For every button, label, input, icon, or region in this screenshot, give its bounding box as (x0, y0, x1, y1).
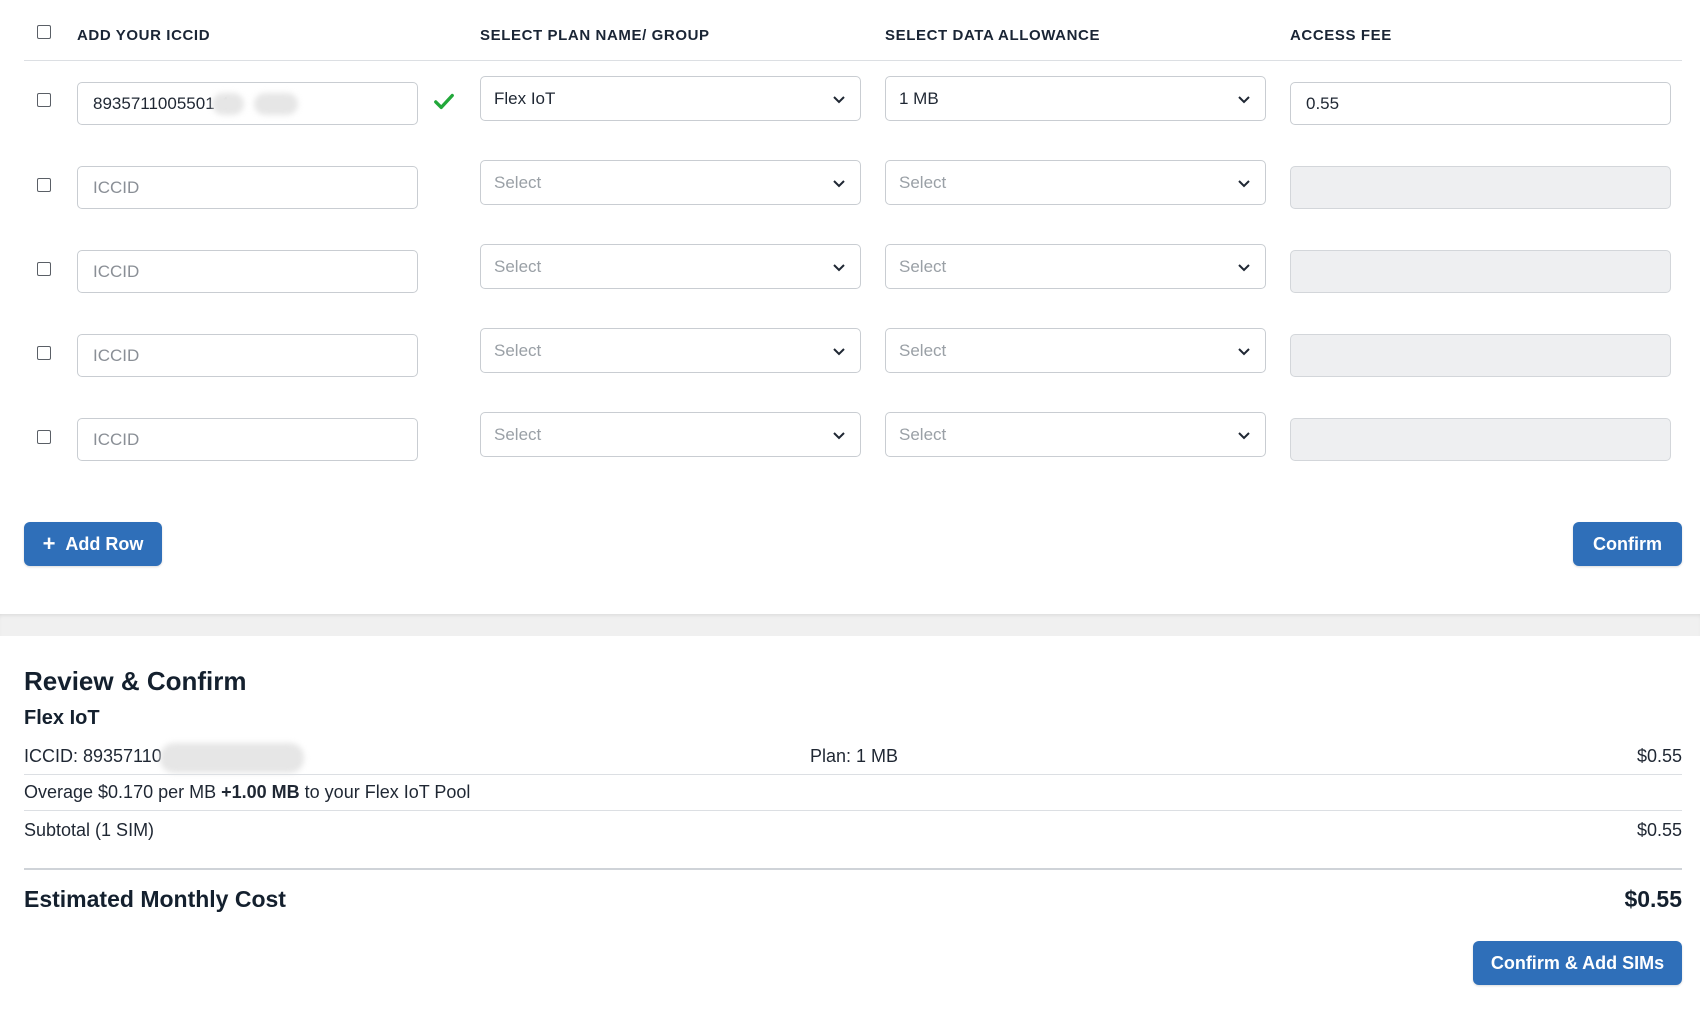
valid-check-icon (434, 93, 454, 110)
subtotal-value: $0.55 (1636, 820, 1682, 840)
allowance-select[interactable]: 1 MB (885, 76, 1266, 121)
row-checkbox[interactable] (37, 430, 51, 444)
plan-group-name: Flex IoT (24, 707, 100, 729)
chevron-down-icon (1238, 431, 1250, 439)
redaction-blur (160, 743, 304, 773)
access-fee-field (1290, 250, 1671, 293)
redaction-blur (254, 93, 298, 115)
review-iccid: ICCID: 89357110 (24, 746, 162, 766)
row-checkbox[interactable] (37, 346, 51, 360)
sim-entry-panel: ADD YOUR ICCID SELECT PLAN NAME/ GROUP S… (0, 0, 1700, 614)
access-fee-field (1290, 166, 1671, 209)
chevron-down-icon (833, 95, 845, 103)
plan-select[interactable]: Flex IoT (480, 76, 861, 121)
iccid-field[interactable]: 8935711005501 4 (77, 82, 418, 125)
subtotal-label: Subtotal (1 SIM) (24, 820, 155, 840)
iccid-field[interactable]: ICCID (77, 418, 418, 461)
overage-line: Overage $0.170 per MB +1.00 MB to your F… (24, 782, 471, 802)
chevron-down-icon (1238, 263, 1250, 271)
header-divider (24, 60, 1682, 61)
iccid-field[interactable]: ICCID (77, 166, 418, 209)
col-header-allowance: SELECT DATA ALLOWANCE (885, 27, 1101, 44)
subtotal-line: Subtotal (1 SIM) $0.55 (24, 820, 1682, 841)
chevron-down-icon (833, 431, 845, 439)
access-fee-field[interactable]: 0.55 (1290, 82, 1671, 125)
review-title: Review & Confirm (24, 666, 247, 696)
add-row-button[interactable]: + Add Row (24, 522, 162, 566)
confirm-button[interactable]: Confirm (1573, 522, 1682, 566)
access-fee-field (1290, 334, 1671, 377)
divider (24, 774, 1682, 775)
iccid-value: 8935711005501 4 (93, 93, 229, 113)
plus-icon: + (42, 531, 56, 556)
chevron-down-icon (1238, 179, 1250, 187)
allowance-select[interactable]: Select (885, 160, 1266, 205)
plan-select[interactable]: Select (480, 160, 861, 205)
divider (24, 810, 1682, 811)
plan-select[interactable]: Select (480, 328, 861, 373)
review-plan: Plan: 1 MB (810, 746, 899, 766)
review-line-price: $0.55 (1636, 746, 1682, 766)
row-checkbox[interactable] (37, 178, 51, 192)
plan-select[interactable]: Select (480, 412, 861, 457)
iccid-field[interactable]: ICCID (77, 250, 418, 293)
chevron-down-icon (1238, 95, 1250, 103)
row-checkbox[interactable] (37, 93, 51, 107)
col-header-iccid: ADD YOUR ICCID (77, 27, 211, 44)
estimated-cost-label: Estimated Monthly Cost (24, 886, 286, 912)
estimated-cost-value: $0.55 (1624, 886, 1682, 912)
allowance-select[interactable]: Select (885, 328, 1266, 373)
confirm-add-sims-button[interactable]: Confirm & Add SIMs (1473, 941, 1682, 985)
review-line-item: ICCID: 89357110 Plan: 1 MB $0.55 (24, 743, 1682, 773)
chevron-down-icon (833, 179, 845, 187)
chevron-down-icon (1238, 347, 1250, 355)
allowance-select[interactable]: Select (885, 412, 1266, 457)
col-header-plan: SELECT PLAN NAME/ GROUP (480, 27, 710, 44)
col-header-fee: ACCESS FEE (1290, 27, 1392, 44)
row-checkbox[interactable] (37, 262, 51, 276)
chevron-down-icon (833, 263, 845, 271)
chevron-down-icon (833, 347, 845, 355)
plan-select[interactable]: Select (480, 244, 861, 289)
section-divider (0, 614, 1700, 636)
iccid-field[interactable]: ICCID (77, 334, 418, 377)
total-divider (24, 868, 1682, 870)
access-fee-field (1290, 418, 1671, 461)
allowance-select[interactable]: Select (885, 244, 1266, 289)
select-all-checkbox[interactable] (37, 25, 51, 39)
redaction-blur (212, 93, 244, 115)
